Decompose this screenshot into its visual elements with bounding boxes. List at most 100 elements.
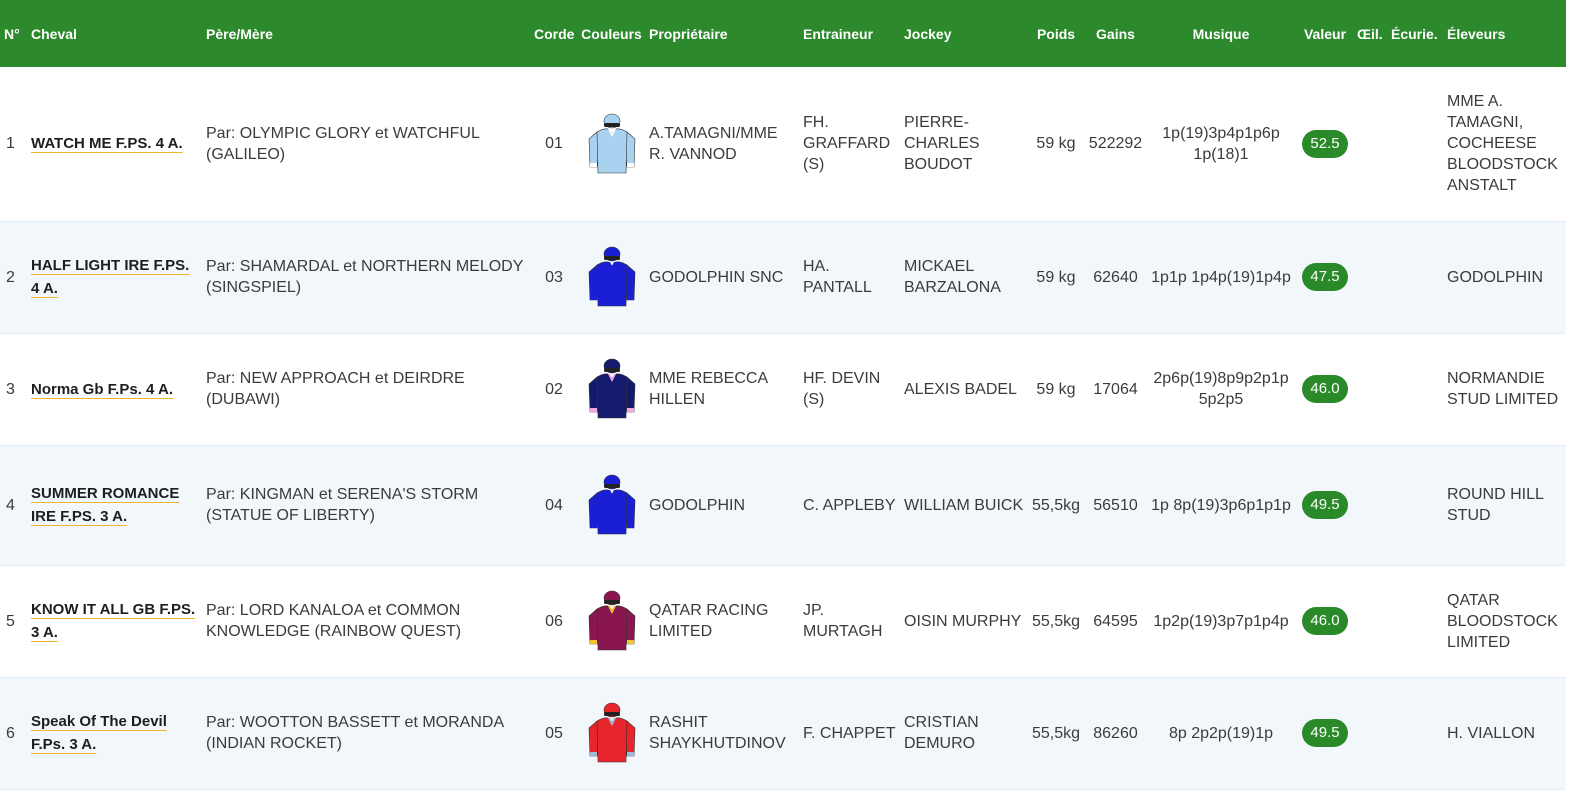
header-gains[interactable]: Gains [1085, 0, 1146, 67]
rating-badge: 46.0 [1302, 607, 1348, 635]
stable-cell [1388, 67, 1444, 221]
horse-cell: HALF LIGHT IRE F.PS. 4 A. [28, 221, 203, 333]
form-music: 8p 2p2p(19)1p [1168, 724, 1274, 742]
weight-value: 59 kg [1036, 268, 1076, 286]
draw-number: 02 [545, 380, 563, 398]
rating-badge: 46.0 [1302, 375, 1348, 403]
owner-name: A.TAMAGNI/MME R. VANNOD [649, 124, 778, 163]
header-couleurs: Couleurs [581, 25, 642, 42]
draw-number: 06 [545, 612, 563, 630]
owner-name: GODOLPHIN [649, 496, 746, 514]
header-corde[interactable]: Corde [531, 0, 577, 67]
earnings-value: 62640 [1093, 268, 1138, 286]
horse-name-link[interactable]: SUMMER ROMANCE IRE F.PS. 3 A. [31, 485, 179, 525]
header-pere-mere: Père/Mère [206, 25, 273, 42]
jockey-silks-icon [588, 246, 635, 307]
rating-badge: 49.5 [1302, 719, 1348, 747]
form-music: 2p6p(19)8p9p2p1p 5p2p5 [1153, 370, 1289, 408]
silks-cell [577, 67, 646, 221]
header-entraineur[interactable]: Entraineur [800, 0, 901, 67]
header-poids[interactable]: Poids [1027, 0, 1085, 67]
horse-cell: SUMMER ROMANCE IRE F.PS. 3 A. [28, 445, 203, 565]
rating-badge: 52.5 [1302, 129, 1348, 158]
header-valeur[interactable]: Valeur [1296, 0, 1354, 67]
header-jockey[interactable]: Jockey [901, 0, 1027, 67]
sire-dam: Par: OLYMPIC GLORY et WATCHFUL (GALILEO) [206, 124, 480, 163]
trainer-name: FH. GRAFFARD (S) [803, 114, 891, 174]
draw-number: 03 [545, 268, 563, 286]
runners-table: N° Cheval Père/Mère Corde Couleurs Propr… [0, 0, 1566, 790]
jockey-silks-icon [588, 702, 635, 763]
horse-name-link[interactable]: HALF LIGHT IRE F.PS. 4 A. [31, 257, 189, 297]
header-musique: Musique [1192, 25, 1250, 42]
eye-cell [1354, 565, 1388, 677]
earnings-value: 56510 [1093, 496, 1138, 514]
horse-cell: Speak Of The Devil F.Ps. 3 A. [28, 677, 203, 789]
table-row: 5 KNOW IT ALL GB F.PS. 3 A. Par: LORD KA… [0, 565, 1566, 677]
jockey-name: OISIN MURPHY [904, 612, 1022, 630]
table-row: 3 Norma Gb F.Ps. 4 A. Par: NEW APPROACH … [0, 333, 1566, 445]
header-cheval[interactable]: Cheval [28, 0, 203, 67]
runner-number: 1 [6, 135, 15, 153]
horse-name-link[interactable]: Speak Of The Devil F.Ps. 3 A. [31, 713, 167, 753]
horse-name-link[interactable]: WATCH ME F.PS. 4 A. [31, 135, 183, 152]
table-row: 2 HALF LIGHT IRE F.PS. 4 A. Par: SHAMARD… [0, 221, 1566, 333]
breeders-name: ROUND HILL STUD [1447, 486, 1544, 524]
header-ecurie: Écurie. [1391, 25, 1438, 42]
weight-value: 55,5kg [1031, 612, 1081, 630]
rating-badge: 49.5 [1302, 491, 1348, 519]
rating-cell: 46.0 [1296, 333, 1354, 445]
earnings-value: 86260 [1093, 724, 1138, 742]
jockey-silks-icon [588, 358, 635, 419]
breeders-name: NORMANDIE STUD LIMITED [1447, 370, 1559, 408]
stable-cell [1388, 445, 1444, 565]
stable-cell [1388, 565, 1444, 677]
rating-cell: 47.5 [1296, 221, 1354, 333]
earnings-value: 522292 [1088, 135, 1143, 153]
draw-number: 05 [545, 724, 563, 742]
header-num: N° [4, 25, 20, 42]
form-music: 1p 8p(19)3p6p1p1p [1151, 496, 1291, 514]
earnings-value: 17064 [1093, 380, 1138, 398]
owner-name: QATAR RACING LIMITED [649, 602, 769, 640]
trainer-name: C. APPLEBY [803, 496, 896, 514]
sire-dam: Par: WOOTTON BASSETT et MORANDA (INDIAN … [206, 714, 504, 752]
runner-number: 2 [6, 268, 15, 286]
sire-dam: Par: NEW APPROACH et DEIRDRE (DUBAWI) [206, 370, 465, 408]
sire-dam: Par: SHAMARDAL et NORTHERN MELODY (SINGS… [206, 258, 524, 296]
breeders-name: MME A. TAMAGNI, COCHEESE BLOODSTOCK ANST… [1447, 93, 1558, 195]
form-music: 1p(19)3p4p1p6p 1p(18)1 [1162, 124, 1280, 163]
jockey-name: PIERRE-CHARLES BOUDOT [904, 114, 980, 174]
table-body: 1 WATCH ME F.PS. 4 A. Par: OLYMPIC GLORY… [0, 67, 1566, 789]
weight-value: 59 kg [1036, 380, 1076, 398]
stable-cell [1388, 333, 1444, 445]
runner-number: 3 [6, 380, 15, 398]
horse-name-link[interactable]: KNOW IT ALL GB F.PS. 3 A. [31, 601, 195, 641]
silks-cell [577, 221, 646, 333]
jockey-name: WILLIAM BUICK [904, 496, 1024, 514]
eye-cell [1354, 67, 1388, 221]
draw-number: 04 [545, 496, 563, 514]
trainer-name: HA. PANTALL [803, 258, 872, 296]
rating-cell: 52.5 [1296, 67, 1354, 221]
jockey-name: CRISTIAN DEMURO [904, 714, 979, 752]
trainer-name: HF. DEVIN (S) [803, 370, 881, 408]
horse-cell: Norma Gb F.Ps. 4 A. [28, 333, 203, 445]
table-header: N° Cheval Père/Mère Corde Couleurs Propr… [0, 0, 1566, 67]
breeders-name: H. VIALLON [1447, 724, 1536, 742]
trainer-name: JP. MURTAGH [803, 602, 883, 640]
weight-value: 59 kg [1036, 135, 1076, 153]
stable-cell [1388, 677, 1444, 789]
trainer-name: F. CHAPPET [803, 724, 896, 742]
jockey-name: ALEXIS BADEL [904, 380, 1017, 398]
header-proprietaire[interactable]: Propriétaire [646, 0, 800, 67]
rating-cell: 49.5 [1296, 445, 1354, 565]
horse-name-link[interactable]: Norma Gb F.Ps. 4 A. [31, 381, 173, 398]
runner-number: 4 [6, 496, 15, 514]
eye-cell [1354, 445, 1388, 565]
jockey-name: MICKAEL BARZALONA [904, 258, 1001, 296]
form-music: 1p2p(19)3p7p1p4p [1153, 612, 1289, 630]
form-music: 1p1p 1p4p(19)1p4p [1151, 268, 1291, 286]
rating-cell: 46.0 [1296, 565, 1354, 677]
breeders-name: GODOLPHIN [1447, 268, 1544, 286]
